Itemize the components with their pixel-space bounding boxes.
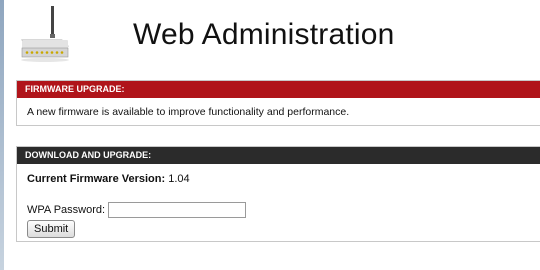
- download-upgrade-heading: DOWNLOAD AND UPGRADE:: [17, 147, 540, 164]
- firmware-version-label: Current Firmware Version:: [27, 173, 166, 185]
- firmware-version-value: 1.04: [168, 173, 190, 185]
- page-title: Web Administration: [133, 18, 395, 51]
- download-upgrade-panel: DOWNLOAD AND UPGRADE: Current Firmware V…: [16, 146, 540, 242]
- submit-button[interactable]: Submit: [27, 220, 76, 238]
- firmware-version-row: Current Firmware Version: 1.04: [27, 173, 539, 185]
- firmware-upgrade-message: A new firmware is available to improve f…: [27, 106, 350, 118]
- router-icon: [21, 6, 69, 62]
- password-label: WPA Password:: [27, 204, 106, 216]
- firmware-upgrade-panel: FIRMWARE UPGRADE: A new firmware is avai…: [16, 80, 540, 126]
- password-input[interactable]: [108, 202, 247, 218]
- download-upgrade-body: Current Firmware Version: 1.04 WPA Passw…: [17, 164, 540, 244]
- firmware-upgrade-heading: FIRMWARE UPGRADE:: [17, 81, 540, 98]
- page-header: Web Administration: [0, 0, 540, 72]
- password-row: WPA Password:: [27, 202, 539, 218]
